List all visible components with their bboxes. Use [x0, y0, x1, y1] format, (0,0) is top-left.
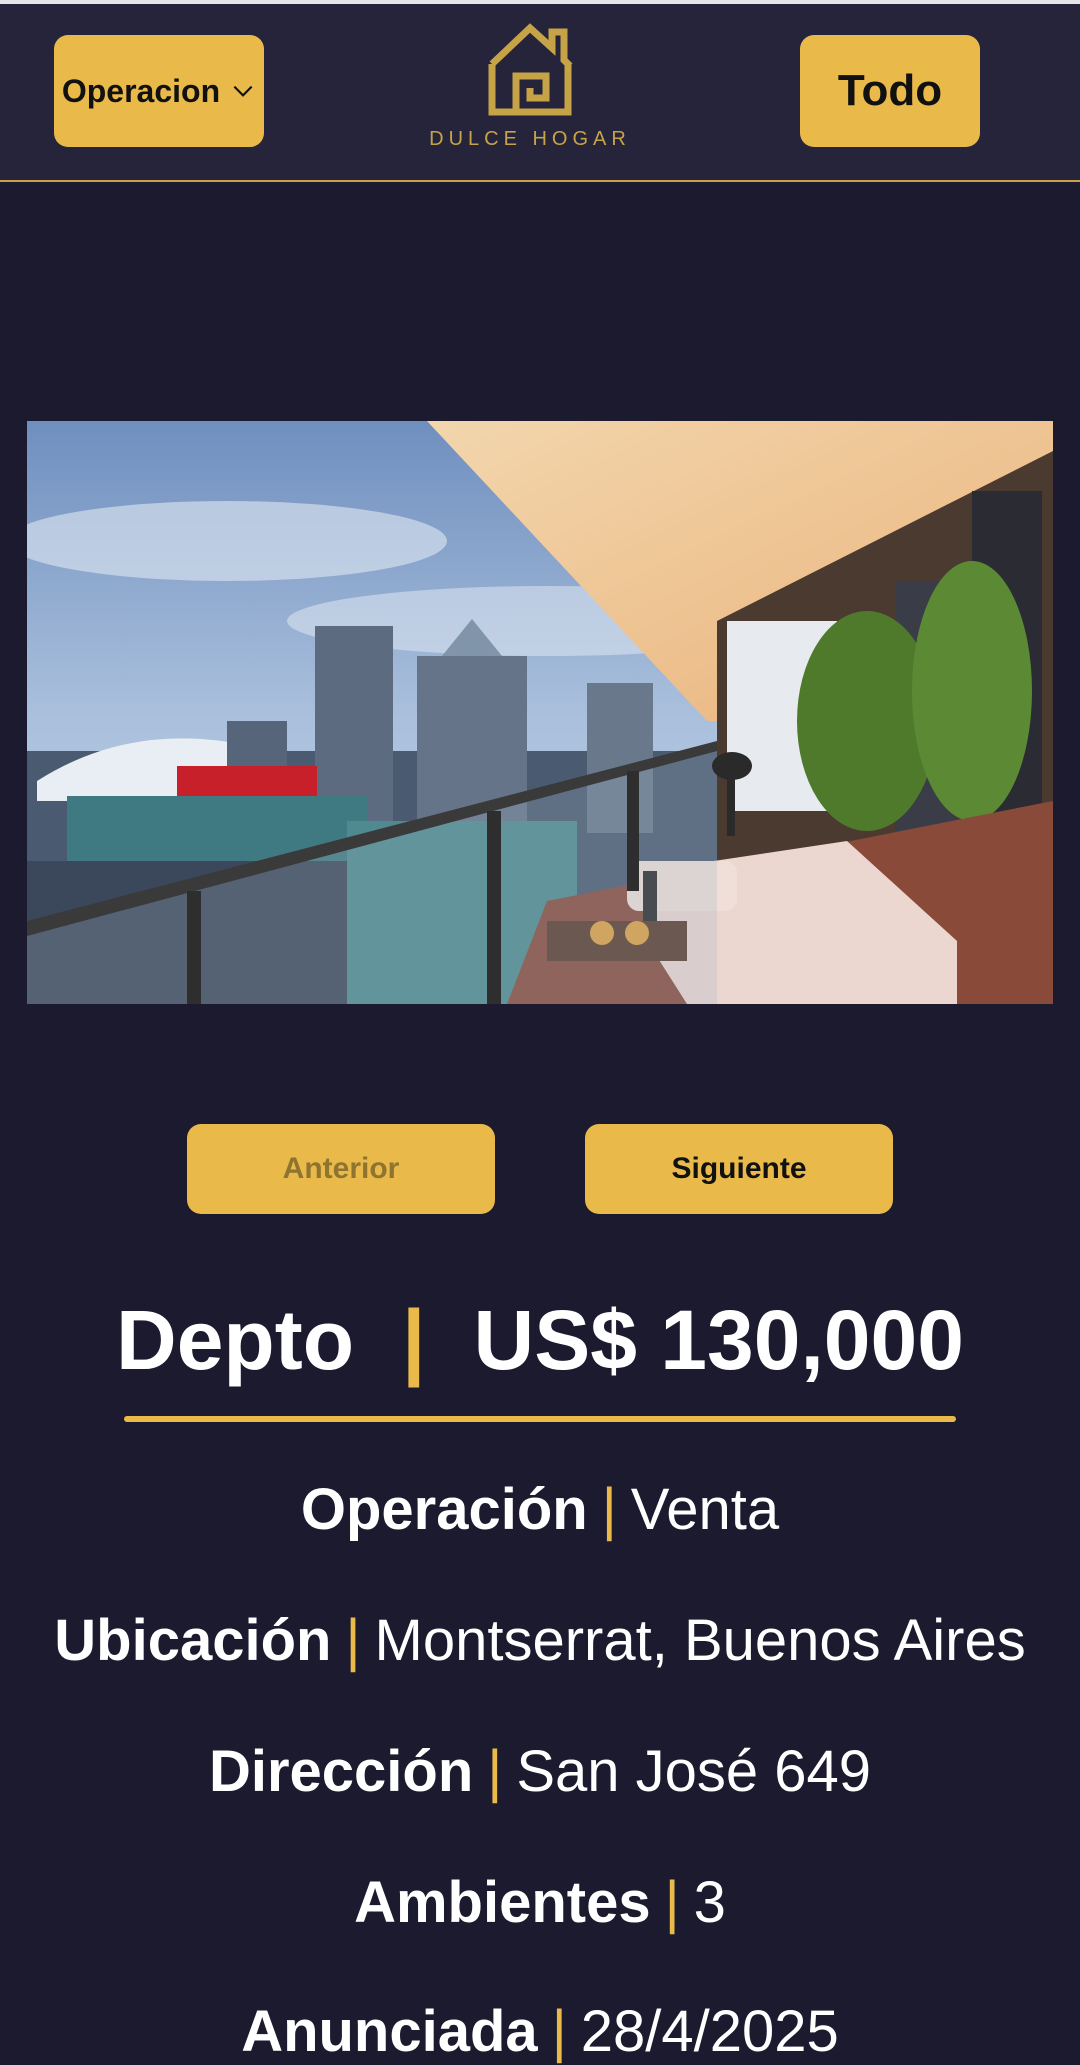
all-button[interactable]: Todo: [800, 35, 980, 147]
detail-listed-date: Anunciada | 28/4/2025: [241, 1999, 839, 2064]
brand-name: DULCE HOGAR: [429, 128, 631, 150]
detail-value: Montserrat, Buenos Aires: [374, 1608, 1026, 1673]
listing-title: Depto | US$ 130,000: [0, 1285, 1080, 1395]
detail-rooms: Ambientes | 3: [354, 1870, 726, 1935]
chevron-down-icon: [233, 85, 253, 97]
brand-logo[interactable]: DULCE HOGAR: [420, 20, 640, 160]
operation-dropdown-label: Operacion: [61, 72, 221, 109]
house-logo-icon: [488, 23, 573, 116]
detail-address: Dirección | San José 649: [208, 1739, 872, 1804]
previous-button[interactable]: Anterior: [187, 1124, 495, 1214]
detail-value: Venta: [630, 1477, 780, 1542]
operation-dropdown[interactable]: Operacion: [54, 35, 264, 147]
title-separator: |: [402, 1292, 426, 1387]
detail-location: Ubicación | Montserrat, Buenos Aires: [54, 1608, 1026, 1673]
property-photo: [27, 421, 1053, 1004]
detail-label: Ubicación: [54, 1608, 332, 1673]
title-divider: [124, 1416, 956, 1422]
property-type: Depto: [116, 1292, 355, 1387]
detail-label: Dirección: [208, 1739, 474, 1804]
detail-operation: Operación | Venta: [300, 1477, 780, 1542]
next-button[interactable]: Siguiente: [585, 1124, 893, 1214]
app-header: Operacion DULCE HOGAR Todo: [0, 4, 1080, 182]
property-price: US$ 130,000: [473, 1292, 964, 1387]
detail-value: 28/4/2025: [580, 1999, 839, 2064]
detail-value: 3: [693, 1870, 726, 1935]
detail-label: Anunciada: [241, 1999, 538, 2064]
detail-value: San José 649: [516, 1739, 872, 1804]
detail-label: Ambientes: [354, 1870, 651, 1935]
detail-label: Operación: [300, 1477, 588, 1542]
